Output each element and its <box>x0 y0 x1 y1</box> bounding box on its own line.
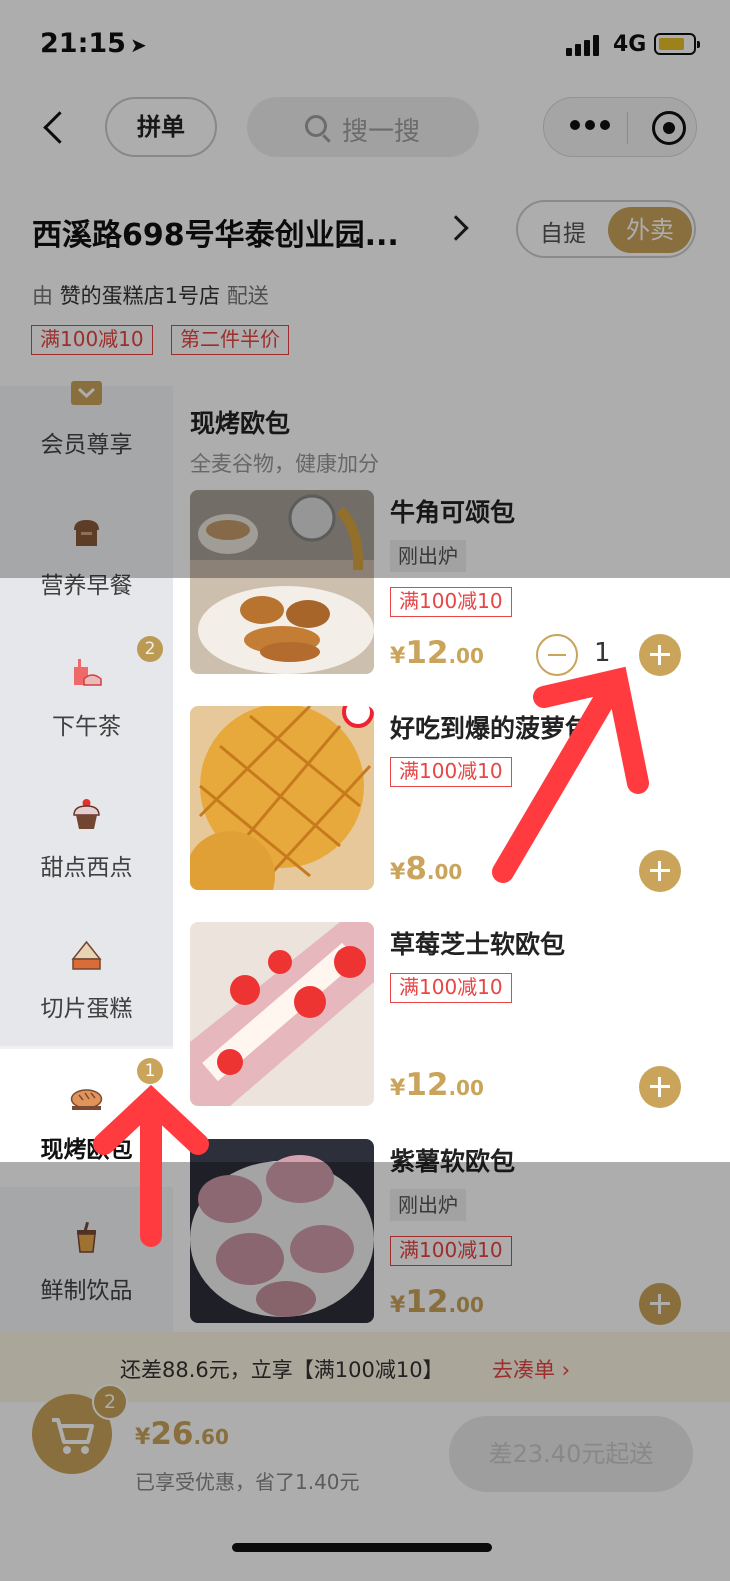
cart-total: ¥26.60 <box>135 1416 229 1452</box>
mode-delivery[interactable]: 外卖 <box>608 207 692 253</box>
sidebar-item-drinks[interactable]: 鲜制饮品 <box>0 1187 173 1328</box>
sidebar-item-label: 甜点西点 <box>40 855 133 881</box>
status-time: 21:15 ➤ <box>40 28 147 59</box>
shop-name: 赞的蛋糕店1号店 <box>59 284 221 308</box>
product-name: 好吃到爆的菠萝包 <box>390 714 591 743</box>
sidebar-item-euro-bread[interactable]: 现烤欧包 1 <box>0 1046 173 1187</box>
search-icon <box>305 115 327 137</box>
sidebar-item-afternoon-tea[interactable]: 下午茶 2 <box>0 623 173 764</box>
sidebar-item-member[interactable]: 会员尊享 <box>0 341 173 482</box>
product-image[interactable] <box>190 1139 374 1323</box>
product-image[interactable] <box>190 490 374 674</box>
quantity-value: 1 <box>594 638 611 668</box>
sidebar-item-label: 下午茶 <box>52 714 121 740</box>
product-price: ¥12.00 <box>390 1284 484 1320</box>
sidebar-item-cake-slice[interactable]: 切片蛋糕 <box>0 905 173 1046</box>
sidebar-item-breakfast[interactable]: 营养早餐 <box>0 482 173 623</box>
product-card[interactable]: 草莓芝士软欧包 满100减10 ¥12.00 <box>190 922 710 1108</box>
sidebar-item-label: 会员尊享 <box>40 432 133 458</box>
more-icon[interactable] <box>570 120 610 132</box>
sidebar-item-label: 鲜制饮品 <box>40 1278 133 1304</box>
product-name: 草莓芝士软欧包 <box>390 930 566 959</box>
product-image[interactable] <box>190 706 374 890</box>
section-subtitle: 全麦谷物，健康加分 <box>190 452 379 476</box>
add-to-cart-button[interactable] <box>639 1283 681 1325</box>
search-input[interactable]: 搜一搜 <box>247 97 479 157</box>
cupcake-icon <box>73 799 100 829</box>
promo-text: 还差88.6元，立享【满100减10】 <box>120 1358 444 1382</box>
product-card[interactable]: 好吃到爆的菠萝包 满100减10 ¥8.00 <box>190 706 710 892</box>
network-type: 4G <box>613 32 647 57</box>
section-title: 现烤欧包 <box>190 409 291 438</box>
cart-discount-note: 已享受优惠，省了1.40元 <box>135 1470 360 1494</box>
cake-slice-icon <box>71 940 102 970</box>
drink-cup-icon <box>77 1221 96 1253</box>
product-name: 牛角可颂包 <box>390 498 516 527</box>
sidebar-item-label: 现烤欧包 <box>40 1137 133 1163</box>
checkout-button[interactable]: 差23.40元起送 <box>449 1416 693 1492</box>
product-card[interactable]: 紫薯软欧包 刚出炉 满100减10 ¥12.00 <box>190 1139 710 1325</box>
sidebar-item-label: 营养早餐 <box>40 573 133 599</box>
fresh-tag: 刚出炉 <box>390 1189 466 1221</box>
delivery-mode-toggle[interactable]: 自提 外卖 <box>516 200 696 258</box>
sidebar-badge: 1 <box>137 1058 163 1084</box>
sidebar-item-dessert[interactable]: 甜点西点 <box>0 764 173 905</box>
product-price: ¥8.00 <box>390 851 463 887</box>
add-to-cart-button[interactable] <box>639 1066 681 1108</box>
add-to-cart-button[interactable] <box>639 634 681 676</box>
product-name: 紫薯软欧包 <box>390 1147 516 1176</box>
promo-tag: 第二件半价 <box>171 325 289 355</box>
product-card[interactable]: 牛角可颂包 刚出炉 满100减10 ¥12.00 1 <box>190 490 710 676</box>
add-to-cart-button[interactable] <box>639 850 681 892</box>
close-target-icon[interactable] <box>652 111 686 145</box>
signal-icon <box>566 34 602 56</box>
fresh-tag: 刚出炉 <box>390 540 466 572</box>
home-indicator <box>232 1543 492 1552</box>
mode-pickup[interactable]: 自提 <box>540 214 586 248</box>
product-image[interactable] <box>190 922 374 1106</box>
mini-program-capsule <box>543 97 697 157</box>
decrease-quantity-button[interactable] <box>536 634 578 676</box>
location-arrow-icon: ➤ <box>129 33 147 57</box>
chevron-right-icon[interactable] <box>443 215 469 241</box>
product-price: ¥12.00 <box>390 1067 484 1103</box>
back-icon[interactable] <box>38 104 78 152</box>
category-sidebar: 会员尊享 营养早餐 下午茶 2 甜点西点 切片蛋糕 现烤欧包 1 鲜制饮品 <box>0 381 173 1332</box>
product-price: ¥12.00 <box>390 635 484 671</box>
promo-tag: 满100减10 <box>390 973 512 1003</box>
search-placeholder: 搜一搜 <box>342 117 421 147</box>
add-more-link[interactable]: 去凑单 › <box>492 1354 570 1384</box>
sidebar-badge: 2 <box>137 636 163 662</box>
sidebar-item-label: 切片蛋糕 <box>40 996 133 1022</box>
group-order-button[interactable]: 拼单 <box>105 97 217 157</box>
shop-line: 由 赞的蛋糕店1号店 配送 <box>32 284 269 308</box>
cart-count-badge: 2 <box>92 1384 128 1420</box>
afternoon-tea-icon <box>74 659 102 686</box>
promo-tag: 满100减10 <box>390 1236 512 1266</box>
promo-tag: 满100减10 <box>390 757 512 787</box>
member-gift-icon <box>71 381 102 405</box>
delivery-address[interactable]: 西溪路698号华泰创业园... <box>32 210 399 254</box>
battery-icon <box>654 33 700 55</box>
toast-bread-icon <box>74 520 99 546</box>
bread-loaf-icon <box>70 1089 103 1110</box>
promo-tag: 满100减10 <box>390 587 512 617</box>
